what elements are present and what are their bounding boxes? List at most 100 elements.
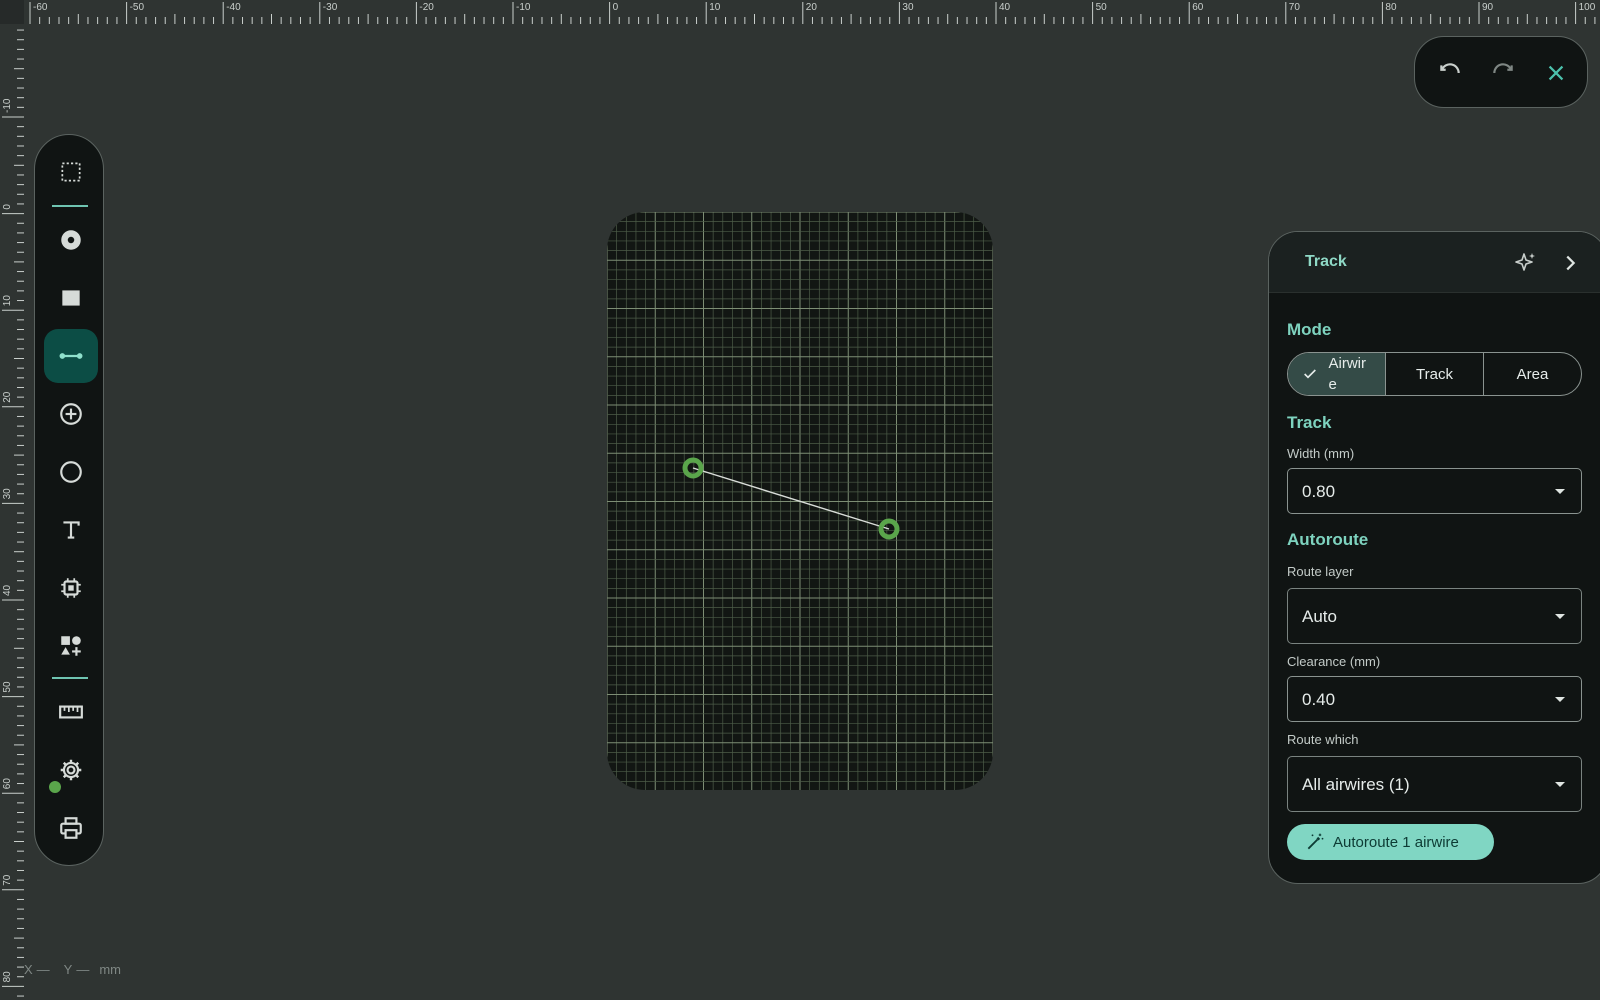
undo-button[interactable] bbox=[1435, 58, 1465, 88]
ruler-label: 10 bbox=[709, 2, 721, 13]
ruler-label: 80 bbox=[2, 971, 13, 983]
close-button[interactable] bbox=[1541, 58, 1571, 88]
ruler-label: 10 bbox=[2, 295, 13, 307]
ruler-label: 0 bbox=[613, 2, 619, 13]
ruler-corner bbox=[0, 0, 24, 24]
print-tool-button[interactable] bbox=[44, 801, 98, 855]
ruler-label: 60 bbox=[2, 778, 13, 790]
ruler-label: -10 bbox=[516, 2, 531, 13]
ruler-label: 0 bbox=[2, 204, 13, 210]
mode-heading: Mode bbox=[1287, 320, 1332, 339]
autoroute-button-label: Autoroute 1 airwire bbox=[1333, 833, 1459, 851]
panel-header: Track bbox=[1269, 232, 1600, 293]
autoroute-button[interactable]: Autoroute 1 airwire bbox=[1287, 824, 1494, 860]
track-tool-button[interactable] bbox=[44, 329, 98, 383]
y-label: Y bbox=[63, 962, 73, 977]
clearance-label: Clearance (mm) bbox=[1287, 654, 1381, 669]
route-which-label: Route which bbox=[1287, 732, 1359, 747]
ruler-label: 30 bbox=[902, 2, 914, 13]
clearance-value: 0.40 bbox=[1302, 690, 1336, 709]
mode-option-area[interactable]: Area bbox=[1483, 353, 1581, 395]
printer-icon bbox=[60, 817, 82, 839]
ruler-label: 80 bbox=[1385, 2, 1397, 13]
route-layer-label: Route layer bbox=[1287, 564, 1354, 579]
chevron-down-icon bbox=[1555, 489, 1565, 494]
route-which-select[interactable]: All airwires (1) bbox=[1287, 756, 1582, 812]
measure-tool-button[interactable] bbox=[44, 685, 98, 739]
mode-option-label: Area bbox=[1516, 365, 1549, 383]
ruler-label: 60 bbox=[1192, 2, 1204, 13]
square-icon bbox=[62, 290, 80, 306]
chip-icon bbox=[61, 578, 81, 598]
ruler-label: -60 bbox=[33, 2, 48, 13]
component-tool-button[interactable] bbox=[44, 561, 98, 615]
shapes-icon bbox=[61, 636, 81, 656]
redo-icon bbox=[1493, 63, 1513, 74]
track-properties-panel: Track Mode Airwire Track Area Track Widt… bbox=[1268, 231, 1600, 884]
clearance-select[interactable]: 0.40 bbox=[1287, 676, 1582, 722]
chevron-down-icon bbox=[1555, 614, 1565, 619]
pcb-board[interactable] bbox=[607, 212, 993, 790]
width-label: Width (mm) bbox=[1287, 446, 1355, 461]
route-which-value: All airwires (1) bbox=[1302, 775, 1410, 794]
ruler-label: -50 bbox=[130, 2, 145, 13]
text-icon bbox=[63, 521, 80, 539]
ruler-label: 30 bbox=[2, 488, 13, 500]
collapse-panel-button[interactable] bbox=[1557, 250, 1583, 276]
ruler-label: 20 bbox=[2, 391, 13, 403]
rect-pad-tool-button[interactable] bbox=[44, 271, 98, 325]
circle-tool-button[interactable] bbox=[44, 445, 98, 499]
ruler-label: 70 bbox=[2, 874, 13, 886]
ruler-label: 50 bbox=[2, 681, 13, 693]
mode-option-label: Airwire bbox=[1328, 355, 1367, 393]
toolbar-divider bbox=[52, 205, 88, 207]
text-tool-button[interactable] bbox=[44, 503, 98, 557]
ruler-label: 100 bbox=[1579, 2, 1596, 13]
ruler-label: -40 bbox=[226, 2, 241, 13]
sparkle-icon bbox=[1515, 253, 1535, 271]
track-heading: Track bbox=[1287, 413, 1332, 432]
ruler-label: -20 bbox=[419, 2, 434, 13]
check-icon bbox=[1304, 369, 1316, 379]
ruler-label: -30 bbox=[323, 2, 338, 13]
ruler-label: 90 bbox=[1482, 2, 1494, 13]
history-panel bbox=[1414, 36, 1588, 108]
gear-icon bbox=[60, 759, 82, 781]
route-layer-select[interactable]: Auto bbox=[1287, 588, 1582, 644]
track-line-icon bbox=[59, 353, 83, 359]
width-select[interactable]: 0.80 bbox=[1287, 468, 1582, 514]
magic-wand-icon bbox=[1307, 833, 1324, 850]
unit-label: mm bbox=[99, 962, 122, 977]
status-indicator bbox=[49, 781, 61, 793]
board-canvas bbox=[607, 212, 993, 790]
ai-assist-button[interactable] bbox=[1513, 250, 1539, 276]
mode-option-label: Track bbox=[1416, 365, 1453, 383]
y-value: — bbox=[76, 962, 90, 977]
pad-tool-button[interactable] bbox=[44, 213, 98, 267]
chevron-right-icon bbox=[1566, 255, 1576, 271]
left-ruler: -10 0 10 20 30 40 50 60 70 80 bbox=[2, 29, 24, 997]
ruler-label: 20 bbox=[806, 2, 818, 13]
close-icon bbox=[1548, 65, 1564, 81]
chevron-down-icon bbox=[1555, 697, 1565, 702]
shapes-tool-button[interactable] bbox=[44, 619, 98, 673]
chevron-down-icon bbox=[1555, 782, 1565, 787]
mode-option-track[interactable]: Track bbox=[1385, 353, 1483, 395]
ruler-label: 40 bbox=[2, 584, 13, 596]
ruler-label: 70 bbox=[1289, 2, 1301, 13]
top-ruler: -60 -50 -40 -30 -20 -10 0 10 20 30 40 50 60 70 80 90 100 bbox=[0, 0, 1600, 24]
mode-option-airwire[interactable]: Airwire bbox=[1288, 353, 1385, 395]
circle-pad-icon bbox=[61, 230, 81, 250]
undo-icon bbox=[1440, 63, 1460, 74]
via-tool-button[interactable] bbox=[44, 387, 98, 441]
mode-segmented-control: Airwire Track Area bbox=[1287, 352, 1582, 396]
panel-title: Track bbox=[1305, 253, 1347, 270]
circle-outline-icon bbox=[60, 461, 82, 483]
tool-palette bbox=[34, 134, 104, 866]
ruler-label: 50 bbox=[1096, 2, 1108, 13]
select-tool-button[interactable] bbox=[44, 145, 98, 199]
ruler-label: -10 bbox=[2, 98, 13, 113]
redo-button[interactable] bbox=[1488, 58, 1518, 88]
width-value: 0.80 bbox=[1302, 482, 1336, 501]
toolbar-divider bbox=[52, 677, 88, 679]
